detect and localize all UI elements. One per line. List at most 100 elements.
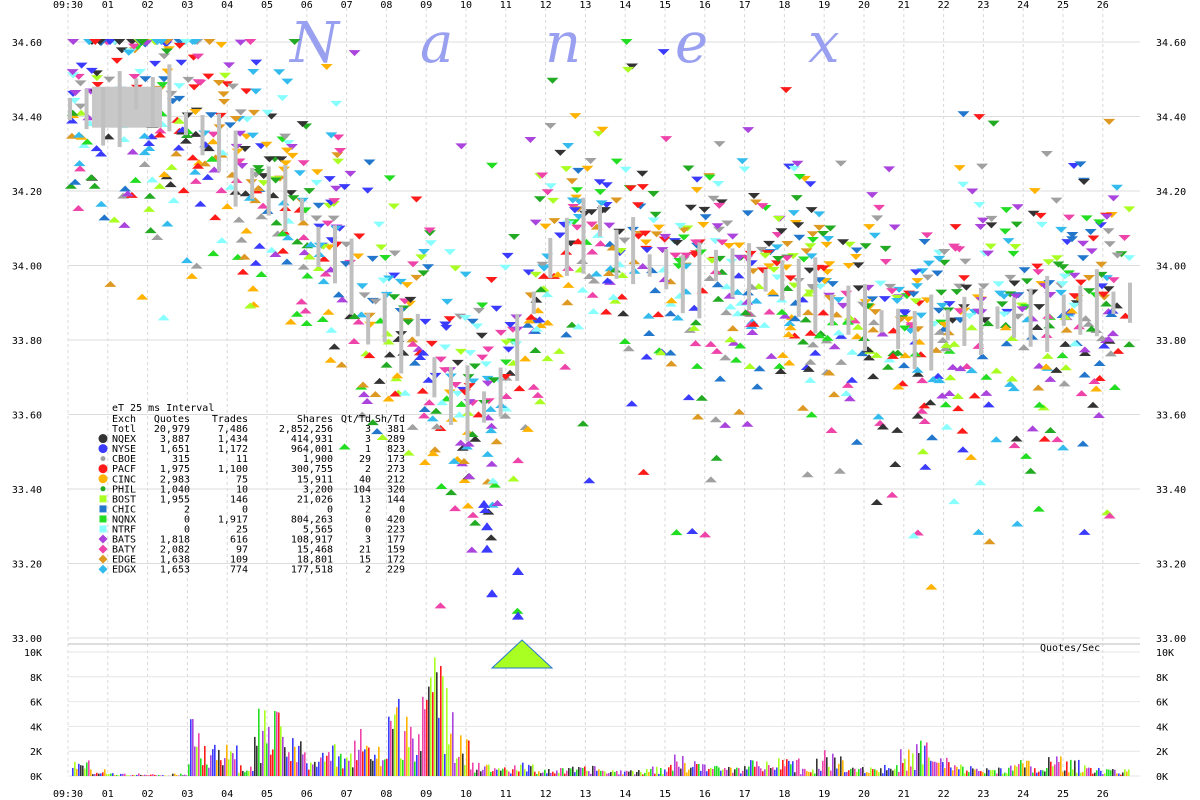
volume-bar — [308, 769, 310, 776]
volume-bar — [976, 768, 978, 776]
volume-bar — [156, 775, 158, 776]
quote-marker — [415, 254, 428, 261]
volume-bar — [966, 770, 968, 776]
trade-band-bar — [266, 166, 271, 216]
quote-marker — [461, 502, 474, 509]
quote-marker — [792, 222, 805, 229]
volume-bar — [478, 762, 480, 776]
quote-marker — [867, 319, 880, 326]
quote-marker — [873, 204, 886, 211]
quote-marker — [286, 152, 299, 159]
quote-marker — [577, 420, 590, 427]
volume-bar — [270, 754, 272, 776]
quote-marker — [600, 308, 613, 315]
volume-bar — [228, 759, 230, 776]
volume-bar — [418, 734, 420, 776]
volume-bar — [94, 774, 96, 776]
trade-band-bar — [250, 167, 255, 200]
quote-marker — [490, 438, 503, 445]
volume-bar — [1018, 764, 1020, 776]
quote-marker — [797, 338, 810, 345]
x-tick-top: 14 — [619, 0, 631, 11]
quote-marker — [223, 62, 236, 69]
quote-marker — [424, 240, 437, 247]
quote-marker — [353, 233, 366, 240]
volume-bar — [358, 749, 360, 776]
quote-marker — [218, 99, 231, 106]
volume-bar — [944, 768, 946, 776]
quote-marker — [710, 347, 723, 354]
volume-bar — [392, 728, 394, 776]
quote-marker — [886, 491, 899, 498]
volume-bar — [880, 768, 882, 776]
quote-marker — [434, 602, 447, 609]
legend-cell: 177,518 — [291, 565, 333, 576]
volume-bar — [74, 761, 76, 776]
quote-marker — [480, 361, 493, 368]
x-tick-top: 21 — [898, 0, 910, 11]
quote-marker — [1074, 279, 1087, 286]
quote-marker — [485, 276, 498, 283]
quote-marker — [490, 305, 503, 312]
quote-marker — [221, 203, 234, 210]
volume-bar — [122, 773, 124, 776]
quote-marker — [741, 210, 754, 217]
volume-bar — [1048, 757, 1050, 776]
quote-marker — [1031, 263, 1044, 270]
quote-marker — [1085, 248, 1098, 255]
quote-marker — [215, 237, 228, 244]
quote-marker — [74, 165, 87, 172]
volume-bar — [386, 758, 388, 776]
quote-marker — [689, 340, 702, 347]
volume-bar — [118, 775, 120, 776]
quote-marker — [335, 361, 348, 368]
quote-marker — [1008, 442, 1021, 449]
quote-marker — [1068, 272, 1081, 279]
volume-bar — [644, 773, 646, 776]
volume-bar — [946, 757, 948, 776]
volume-bar — [760, 768, 762, 776]
volume-bar — [476, 769, 478, 776]
quote-marker — [189, 168, 202, 175]
quote-marker — [1076, 440, 1089, 447]
quote-marker — [401, 282, 414, 289]
volume-bars — [72, 657, 1130, 776]
volume-bar — [1098, 767, 1100, 776]
volume-bar — [1074, 760, 1076, 776]
volume-bar — [340, 753, 342, 776]
quote-marker — [918, 238, 931, 245]
quote-marker — [980, 389, 993, 396]
volume-bar — [1086, 768, 1088, 776]
volume-bar — [142, 775, 144, 776]
volume-bar — [866, 772, 868, 776]
quote-marker — [95, 150, 108, 157]
quote-marker — [704, 340, 717, 347]
volume-bar — [928, 757, 930, 776]
quote-marker — [664, 310, 677, 317]
quote-marker — [1108, 384, 1121, 391]
quote-marker — [990, 367, 1003, 374]
quote-marker — [449, 265, 462, 272]
quote-marker — [1063, 214, 1076, 221]
volume-bar — [584, 766, 586, 776]
vol-tick-right: 4K — [1156, 722, 1168, 733]
quote-marker — [974, 479, 987, 486]
y-tick-right: 33.40 — [1156, 485, 1186, 496]
volume-bar — [512, 769, 514, 776]
quote-marker — [828, 391, 841, 398]
volume-bar — [224, 758, 226, 776]
volume-bar — [248, 770, 250, 776]
volume-bar — [564, 773, 566, 776]
volume-bar — [310, 762, 312, 776]
quote-marker — [867, 326, 880, 333]
legend-marker — [98, 534, 108, 544]
quote-marker — [664, 349, 677, 356]
volume-bar — [938, 762, 940, 776]
y-tick-right: 33.00 — [1156, 634, 1186, 645]
quote-marker — [284, 318, 297, 325]
volume-bar — [208, 767, 210, 776]
quote-marker — [1032, 384, 1045, 391]
quote-marker — [871, 215, 884, 222]
volume-bar — [682, 755, 684, 776]
volume-bar — [788, 760, 790, 776]
